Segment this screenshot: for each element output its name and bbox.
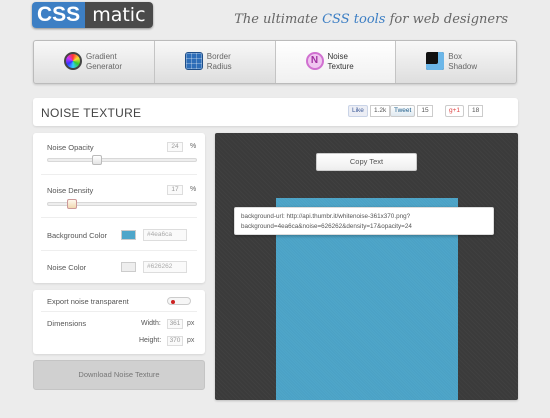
tweet-count: 15 bbox=[417, 105, 433, 117]
css-code-output[interactable]: background-url: http://api.thumbr.it/whi… bbox=[234, 207, 494, 235]
copy-text-button[interactable]: Copy Text bbox=[316, 153, 417, 171]
toggle-dot bbox=[171, 299, 175, 304]
tab-label: Noise Texture bbox=[327, 52, 354, 71]
slider-thumb[interactable] bbox=[67, 199, 77, 209]
logo-matic-text: matic bbox=[85, 2, 153, 28]
background-color-swatch[interactable] bbox=[121, 230, 136, 240]
border-radius-icon bbox=[184, 52, 203, 70]
tagline: The ultimate CSS tools for web designers bbox=[234, 12, 508, 27]
noise-opacity-slider[interactable] bbox=[47, 155, 197, 165]
section-title-bar: NOISE TEXTURE Like 1.2k Tweet 15 g+1 18 bbox=[33, 98, 518, 126]
slider-thumb[interactable] bbox=[92, 155, 102, 165]
twitter-tweet[interactable]: Tweet 15 bbox=[390, 105, 433, 117]
dimensions-label: Dimensions bbox=[47, 319, 87, 328]
css-code-line: background=4ea6ca&noise=626262&density=1… bbox=[241, 222, 412, 230]
tab-border-radius[interactable]: Border Radius bbox=[155, 41, 276, 83]
width-label: Width: bbox=[141, 320, 161, 327]
noise-density-unit: % bbox=[190, 186, 197, 193]
tab-noise-texture[interactable]: N Noise Texture bbox=[275, 41, 397, 83]
noise-opacity-label: Noise Opacity bbox=[47, 143, 94, 152]
tab-label: Box Shadow bbox=[448, 52, 478, 71]
noise-color-input[interactable]: #626262 bbox=[143, 261, 187, 273]
divider bbox=[41, 174, 197, 175]
height-input[interactable]: 370 bbox=[167, 336, 183, 346]
page-title: NOISE TEXTURE bbox=[41, 106, 142, 120]
gplus-button[interactable]: g+1 bbox=[445, 105, 465, 117]
facebook-like[interactable]: Like 1.2k bbox=[348, 105, 391, 117]
noise-density-slider[interactable] bbox=[47, 199, 197, 209]
gradient-wheel-icon bbox=[64, 52, 82, 70]
background-color-label: Background Color bbox=[47, 231, 108, 240]
tagline-accent: CSS tools bbox=[322, 12, 386, 27]
divider bbox=[41, 311, 197, 312]
height-label: Height: bbox=[139, 337, 162, 344]
noise-color-label: Noise Color bbox=[47, 263, 87, 272]
divider bbox=[41, 217, 197, 218]
export-transparent-toggle[interactable] bbox=[167, 297, 191, 305]
tab-gradient-generator[interactable]: Gradient Generator bbox=[34, 41, 155, 83]
noise-density-label: Noise Density bbox=[47, 186, 94, 195]
height-unit: px bbox=[187, 337, 195, 344]
logo[interactable]: CSS matic bbox=[32, 2, 153, 28]
divider bbox=[41, 250, 197, 251]
width-unit: px bbox=[187, 320, 195, 327]
gplus-label: +1 bbox=[452, 107, 461, 114]
export-transparent-label: Export noise transparent bbox=[47, 297, 129, 306]
logo-css-text: CSS bbox=[32, 2, 86, 28]
like-button[interactable]: Like bbox=[348, 105, 368, 117]
noise-opacity-unit: % bbox=[190, 143, 197, 150]
noise-settings-panel: Noise Opacity 24 % Noise Density 17 % Ba… bbox=[33, 133, 205, 283]
background-color-input[interactable]: #4ea6ca bbox=[143, 229, 187, 241]
noise-opacity-value[interactable]: 24 bbox=[167, 142, 183, 152]
noise-texture-icon: N bbox=[305, 52, 324, 70]
tool-tabs: Gradient Generator Border Radius N Noise… bbox=[33, 40, 517, 84]
noise-density-value[interactable]: 17 bbox=[167, 185, 183, 195]
tweet-button[interactable]: Tweet bbox=[390, 105, 416, 117]
noise-color-swatch[interactable] bbox=[121, 262, 136, 272]
tagline-pre: The ultimate bbox=[234, 12, 323, 27]
like-count: 1.2k bbox=[369, 105, 391, 117]
width-input[interactable]: 361 bbox=[167, 319, 183, 329]
tab-label: Gradient Generator bbox=[86, 52, 123, 71]
export-settings-panel: Export noise transparent Dimensions Widt… bbox=[33, 290, 205, 354]
tab-label: Border Radius bbox=[206, 52, 232, 71]
gplus-count: 18 bbox=[468, 105, 484, 117]
download-button[interactable]: Download Noise Texture bbox=[33, 360, 205, 390]
tab-box-shadow[interactable]: Box Shadow bbox=[396, 41, 516, 83]
google-plus-one[interactable]: g+1 18 bbox=[445, 105, 484, 117]
tagline-post: for web designers bbox=[385, 12, 508, 27]
box-shadow-icon bbox=[426, 52, 445, 70]
css-code-line: background-url: http://api.thumbr.it/whi… bbox=[241, 213, 411, 220]
